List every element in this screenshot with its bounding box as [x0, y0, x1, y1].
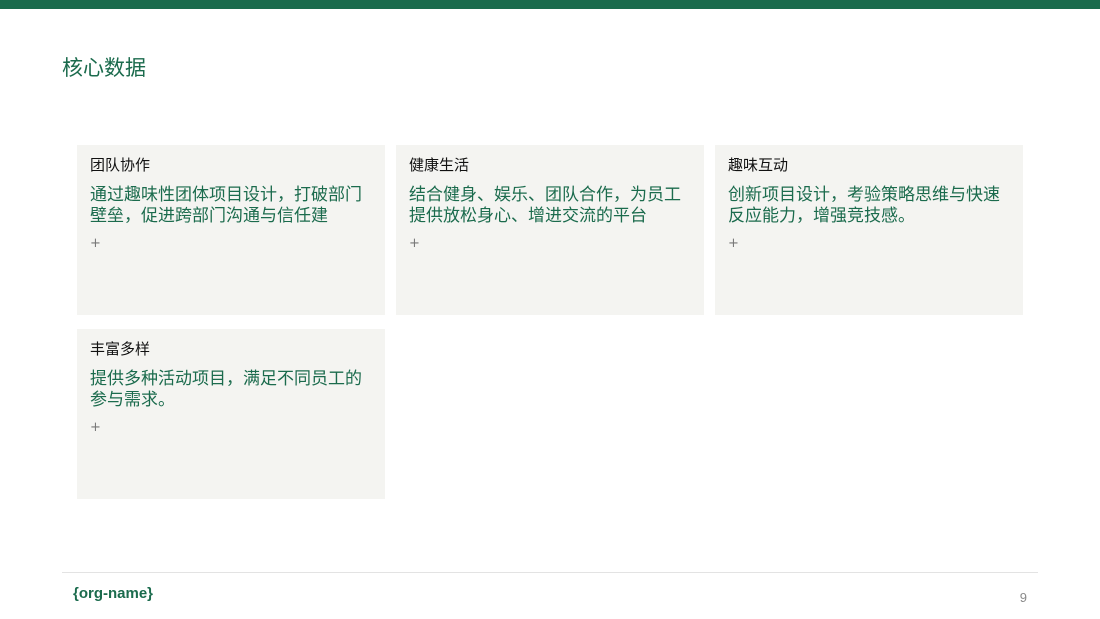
top-accent-bar: [0, 0, 1100, 9]
card-title: 健康生活: [409, 156, 470, 174]
feature-card-teamwork: 团队协作 通过趣味性团体项目设计，打破部门壁垒，促进跨部门沟通与信任建 +: [77, 145, 385, 315]
card-description: 通过趣味性团体项目设计，打破部门壁垒，促进跨部门沟通与信任建: [90, 185, 362, 226]
page-title: 核心数据: [62, 56, 146, 80]
plus-icon[interactable]: +: [90, 236, 101, 252]
feature-card-fun-interaction: 趣味互动 创新项目设计，考验策略思维与快速反应能力，增强竞技感。 +: [715, 145, 1023, 315]
feature-card-variety: 丰富多样 提供多种活动项目，满足不同员工的参与需求。 +: [77, 329, 385, 499]
card-description: 创新项目设计，考验策略思维与快速反应能力，增强竞技感。: [728, 185, 1000, 226]
footer-org-name: {org-name}: [73, 585, 154, 602]
footer-divider: [62, 572, 1038, 573]
card-title: 趣味互动: [728, 156, 789, 174]
plus-icon[interactable]: +: [728, 236, 739, 252]
feature-card-healthy-life: 健康生活 结合健身、娱乐、团队合作，为员工提供放松身心、增进交流的平台 +: [396, 145, 704, 315]
card-title: 丰富多样: [90, 340, 151, 358]
card-description: 提供多种活动项目，满足不同员工的参与需求。: [90, 369, 362, 410]
card-title: 团队协作: [90, 156, 151, 174]
card-description: 结合健身、娱乐、团队合作，为员工提供放松身心、增进交流的平台: [409, 185, 681, 226]
plus-icon[interactable]: +: [409, 236, 420, 252]
page-number: 9: [1019, 590, 1027, 605]
plus-icon[interactable]: +: [90, 420, 101, 436]
